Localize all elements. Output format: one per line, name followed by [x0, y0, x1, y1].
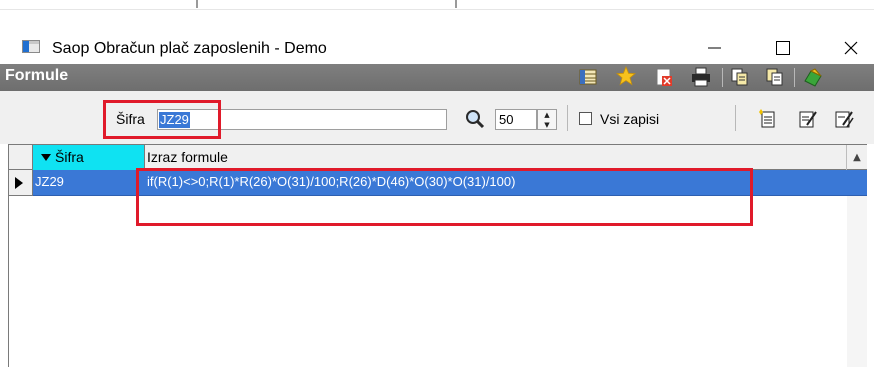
- top-strip-line: [0, 9, 874, 10]
- toolbar-separator: [722, 68, 723, 87]
- toolbar-separator: [567, 105, 568, 131]
- edit-icon[interactable]: [798, 109, 818, 129]
- toolbar-separator: [794, 68, 795, 87]
- panel-header: Formule: [0, 64, 874, 91]
- stepper-up-icon[interactable]: ▲: [538, 110, 556, 119]
- record-count-value: 50: [499, 112, 514, 127]
- new-document-icon[interactable]: [758, 109, 778, 129]
- stepper-down-icon[interactable]: ▼: [538, 120, 556, 129]
- top-strip: [0, 0, 874, 12]
- close-icon: [844, 41, 858, 55]
- cell-sifra: JZ29: [35, 174, 64, 189]
- record-count-stepper[interactable]: ▲ ▼: [537, 109, 557, 130]
- column-header-sifra[interactable]: Šifra: [33, 145, 145, 170]
- annotation-box-formula: [136, 168, 753, 226]
- column-header-izraz[interactable]: Izraz formule: [145, 145, 847, 170]
- current-row-icon: [15, 177, 23, 189]
- record-count-input[interactable]: 50: [495, 109, 537, 130]
- minimize-icon: [708, 47, 721, 49]
- edit-multiple-icon[interactable]: [834, 109, 854, 129]
- vertical-scrollbar[interactable]: [847, 196, 867, 367]
- column-header-sifra-label: Šifra: [55, 149, 84, 165]
- scroll-up-icon[interactable]: ▲: [847, 145, 867, 170]
- paste-icon[interactable]: [765, 67, 785, 87]
- toolbar-separator: [735, 105, 736, 131]
- grid-header: Šifra Izraz formule ▲: [9, 144, 867, 170]
- panel-title: Formule: [5, 67, 69, 84]
- copy-icon[interactable]: [730, 67, 750, 87]
- maximize-button[interactable]: [760, 28, 806, 68]
- favorite-star-icon[interactable]: [615, 65, 637, 86]
- top-strip-tick: [455, 0, 457, 8]
- magnifier-icon[interactable]: [465, 109, 485, 129]
- app-window-icon: [22, 40, 40, 53]
- columns-icon[interactable]: [578, 67, 598, 87]
- delete-record-icon[interactable]: [654, 67, 674, 87]
- all-records-label: Vsi zapisi: [600, 111, 660, 127]
- minimize-button[interactable]: [691, 28, 737, 68]
- title-bar: Saop Obračun plač zaposlenih - Demo: [0, 12, 874, 64]
- exit-icon[interactable]: [803, 67, 823, 87]
- sort-desc-icon: [41, 154, 51, 161]
- header-indicator-cell: [9, 145, 33, 170]
- top-strip-tick: [196, 0, 198, 8]
- print-icon[interactable]: [691, 67, 711, 87]
- all-records-checkbox[interactable]: [579, 112, 592, 125]
- row-indicator: [9, 170, 33, 196]
- annotation-box-sifra: [103, 100, 221, 139]
- close-button[interactable]: [828, 28, 874, 68]
- maximize-icon: [776, 41, 790, 55]
- window-title: Saop Obračun plač zaposlenih - Demo: [52, 40, 327, 57]
- column-header-izraz-label: Izraz formule: [147, 149, 228, 165]
- app-icon-bar: [29, 41, 39, 44]
